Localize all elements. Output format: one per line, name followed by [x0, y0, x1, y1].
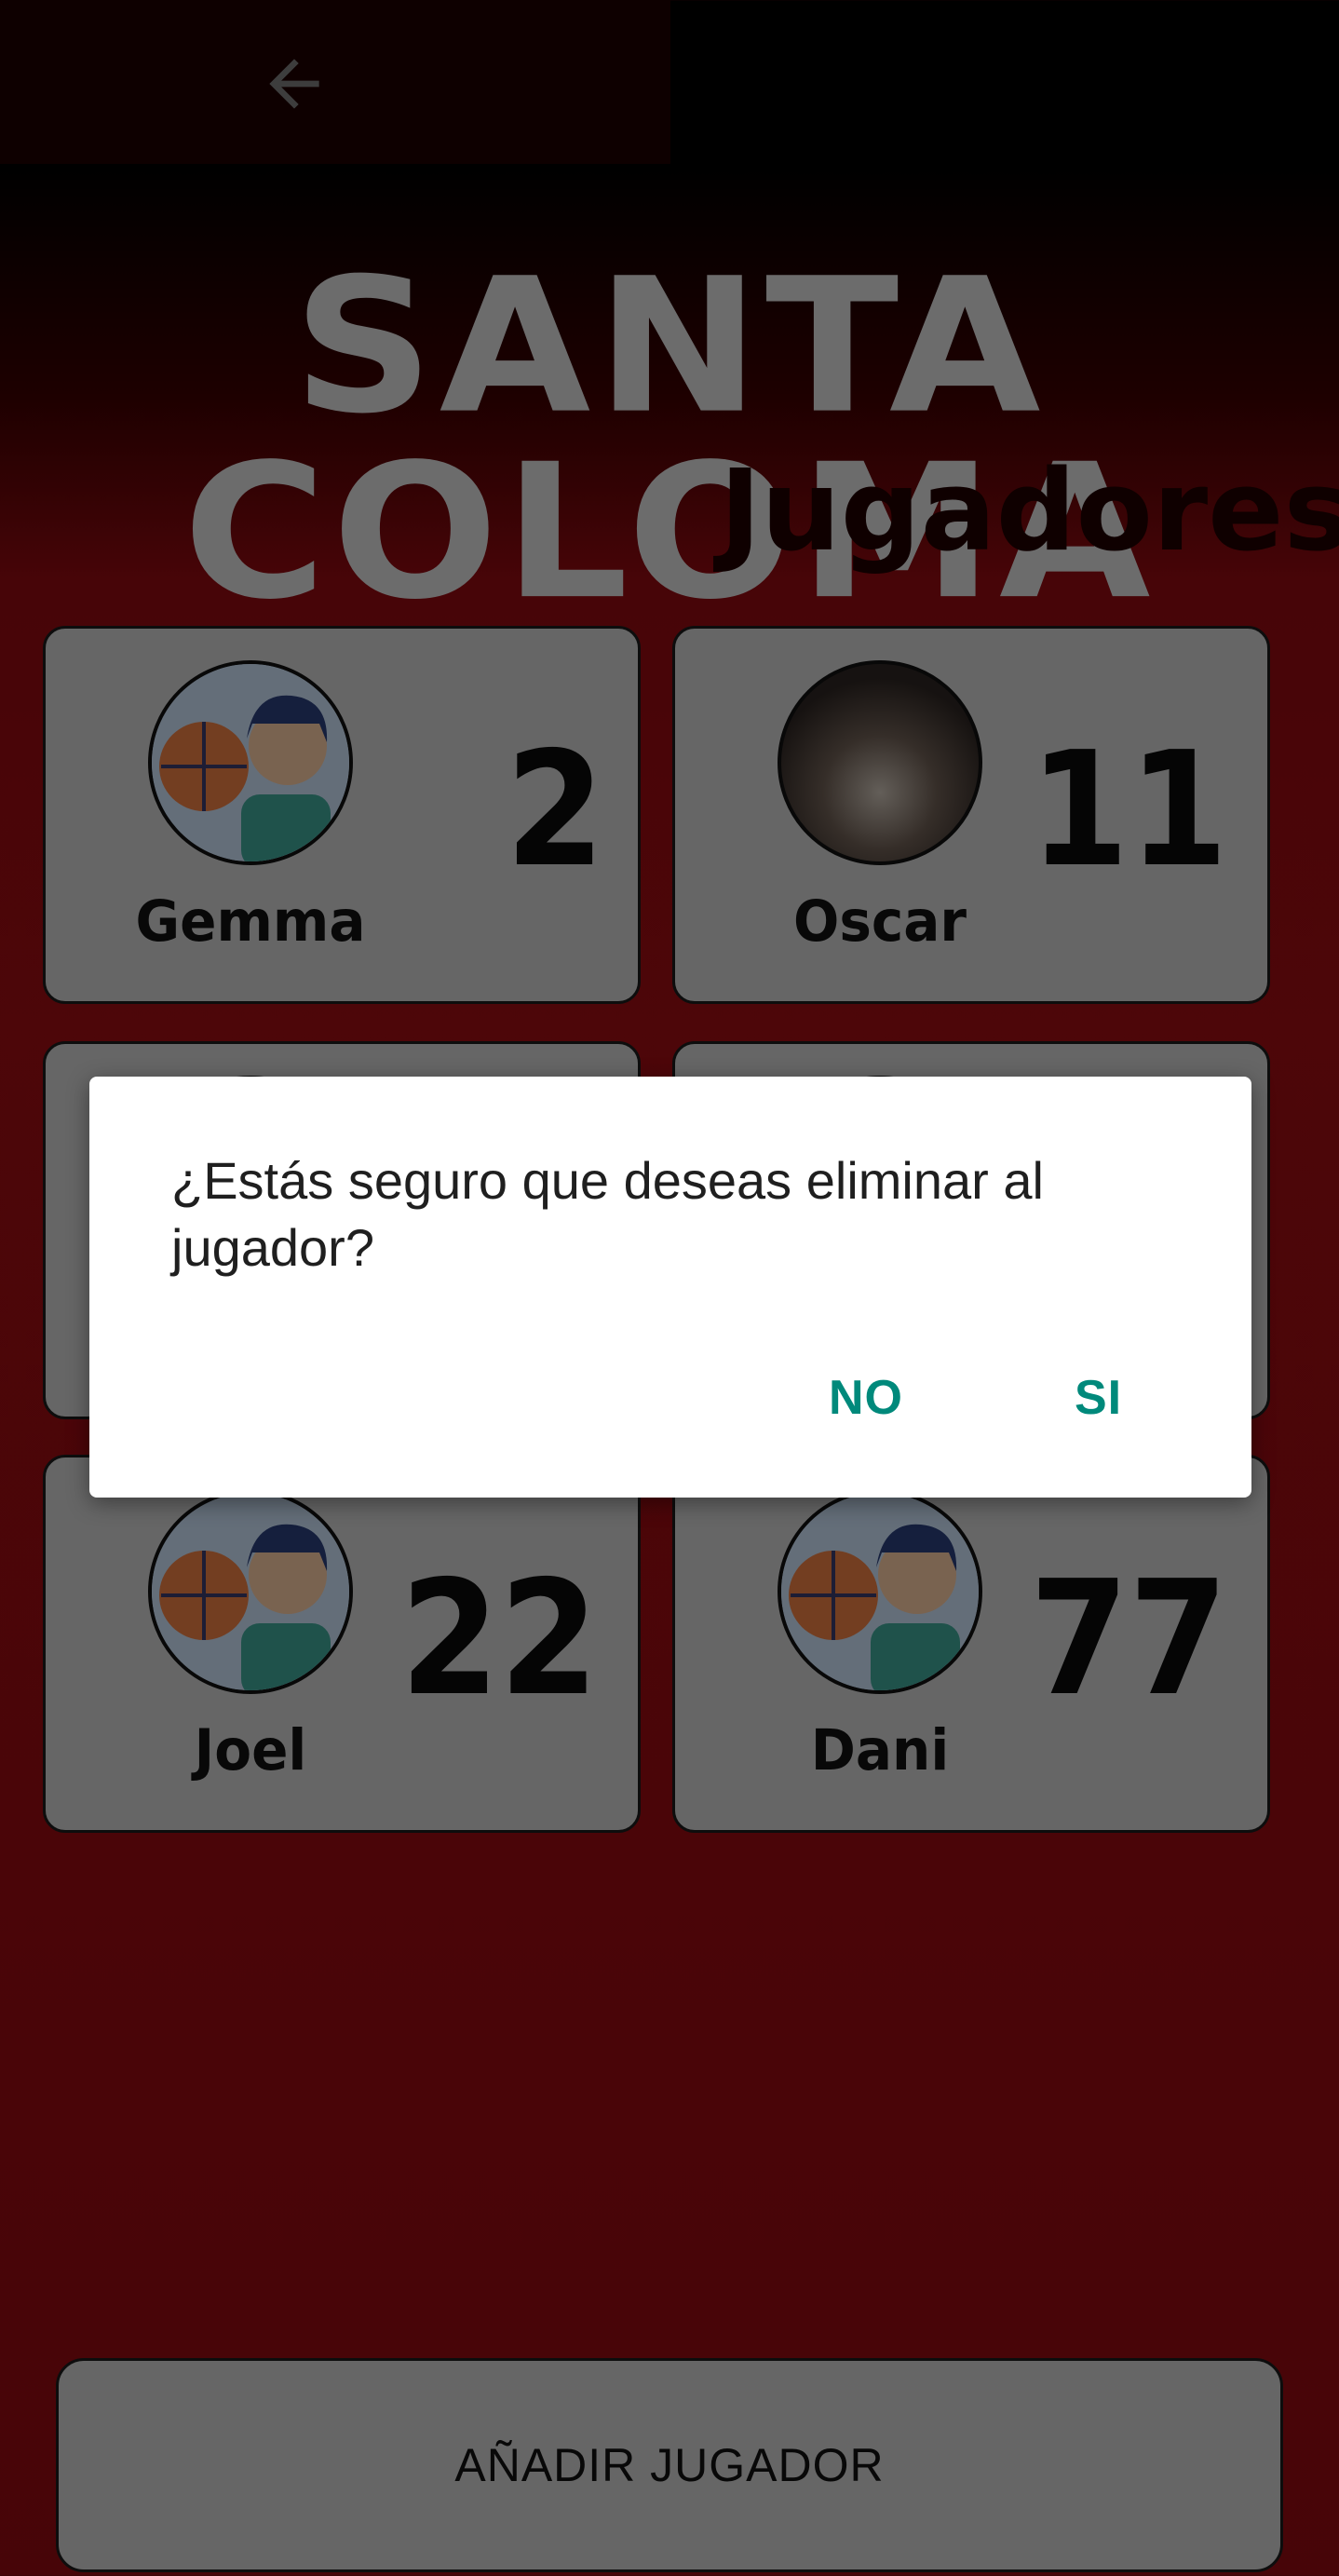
- dialog-yes-button[interactable]: SI: [1052, 1358, 1144, 1438]
- dialog-no-button[interactable]: NO: [806, 1358, 926, 1438]
- dialog-message: ¿Estás seguro que deseas eliminar al jug…: [171, 1151, 1044, 1277]
- confirm-delete-dialog: ¿Estás seguro que deseas eliminar al jug…: [89, 1077, 1251, 1498]
